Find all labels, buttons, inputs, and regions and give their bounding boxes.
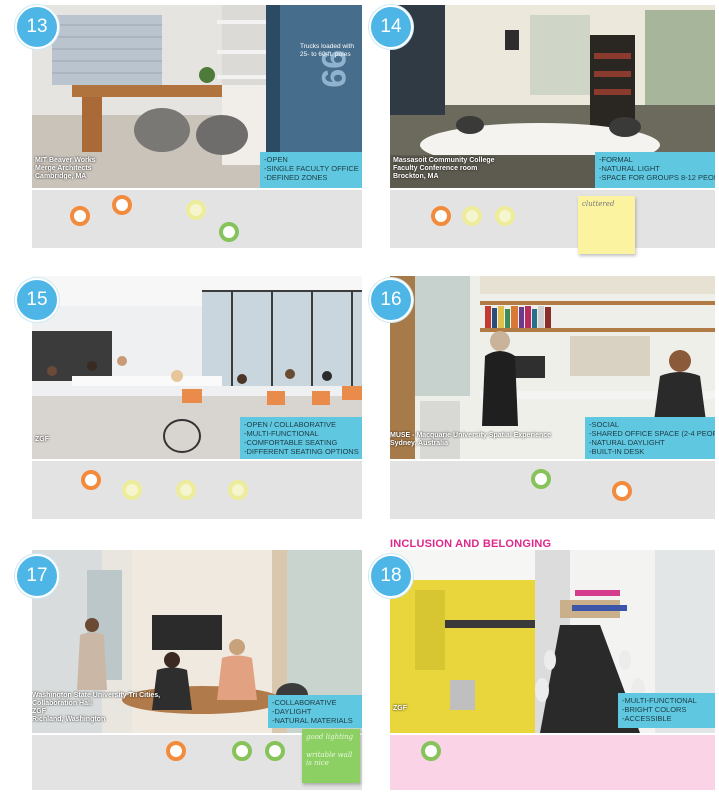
- feature-tags: -COLLABORATIVE -DAYLIGHT -NATURAL MATERI…: [268, 695, 362, 728]
- vote-dot-orange[interactable]: [81, 470, 101, 490]
- vote-strip[interactable]: good lighting writable wall is nice: [32, 729, 362, 790]
- vote-dot-yellow[interactable]: [122, 480, 142, 500]
- photo-faculty-office: 99 Trucks loaded with 25- to 60-ft. pole…: [32, 5, 362, 188]
- tag: -NATURAL DAYLIGHT: [589, 438, 665, 447]
- vote-strip[interactable]: [32, 190, 362, 248]
- card-number-badge: 17: [15, 554, 59, 598]
- tag: -COMFORTABLE SEATING: [244, 438, 338, 447]
- section-title: INCLUSION AND BELONGING: [390, 538, 552, 550]
- vote-dot-yellow[interactable]: [462, 206, 482, 226]
- caption-line: Collaboration Hall: [32, 700, 92, 707]
- vote-dot-yellow[interactable]: [186, 200, 206, 220]
- caption-line: Sydney, Australia: [390, 440, 448, 447]
- feature-tags: -MULTI-FUNCTIONAL -BRIGHT COLORS -ACCESS…: [618, 693, 715, 728]
- caption-line: Merge Architects: [35, 165, 92, 172]
- feature-tags: -FORMAL -NATURAL LIGHT -SPACE FOR GROUPS…: [595, 152, 715, 188]
- tag: -BRIGHT COLORS: [622, 705, 687, 714]
- tag: -FORMAL: [599, 155, 633, 164]
- card-number-badge: 18: [369, 554, 413, 598]
- vote-dot-orange[interactable]: [112, 195, 132, 215]
- vote-dot-green[interactable]: [531, 469, 551, 489]
- vote-strip[interactable]: [390, 735, 715, 790]
- photo-conference-room: Massasoit Community College Faculty Conf…: [390, 5, 715, 188]
- tag: -OPEN / COLLABORATIVE: [244, 420, 336, 429]
- tag: -OPEN: [264, 155, 288, 164]
- feature-tags: -SOCIAL -SHARED OFFICE SPACE (2-4 PEOPLE…: [585, 417, 715, 459]
- photo-collaboration-hall: Washington State University Tri Cities, …: [32, 550, 362, 733]
- tag: -SINGLE FACULTY OFFICE: [264, 164, 359, 173]
- vote-dot-yellow[interactable]: [176, 480, 196, 500]
- vote-strip[interactable]: [390, 461, 715, 519]
- card-number-badge: 16: [369, 278, 413, 322]
- vote-dot-green[interactable]: [232, 741, 252, 761]
- caption-line: MIT Beaver Works: [35, 157, 96, 164]
- caption-line: Washington State University Tri Cities,: [32, 692, 161, 699]
- caption-line: Faculty Conference room: [393, 165, 478, 172]
- tag: -SOCIAL: [589, 420, 620, 429]
- sticky-note-text: cluttered: [582, 200, 615, 208]
- sign-line: 25- to 60-ft. poles: [300, 51, 351, 58]
- photo-sign-text: Trucks loaded with 25- to 60-ft. poles: [300, 43, 354, 59]
- photo-kitchen-space: ZGF -MULTI-FUNCTIONAL -BRIGHT COLORS -AC…: [390, 550, 715, 733]
- tag: -MULTI-FUNCTIONAL: [622, 696, 697, 705]
- photo-caption: ZGF: [393, 705, 407, 713]
- caption-line: ZGF: [35, 436, 49, 443]
- vote-dot-orange[interactable]: [166, 741, 186, 761]
- photo-caption: Massasoit Community College Faculty Conf…: [393, 157, 495, 181]
- card-number-badge: 15: [15, 278, 59, 322]
- photo-caption: Washington State University Tri Cities, …: [32, 692, 160, 724]
- feature-tags: -OPEN / COLLABORATIVE -MULTI-FUNCTIONAL …: [240, 417, 362, 459]
- vote-dot-green[interactable]: [421, 741, 441, 761]
- caption-line: Cambridge, MA: [35, 173, 87, 180]
- card-number-badge: 14: [369, 5, 413, 49]
- sticky-note-text: writable wall is nice: [306, 751, 353, 767]
- vote-dot-orange[interactable]: [612, 481, 632, 501]
- caption-line: ZGF: [393, 705, 407, 712]
- tag: -COLLABORATIVE: [272, 698, 337, 707]
- tag: -ACCESSIBLE: [622, 714, 672, 723]
- card-number-badge: 13: [15, 5, 59, 49]
- photo-collaborative-space: ZGF -OPEN / COLLABORATIVE -MULTI-FUNCTIO…: [32, 276, 362, 459]
- photo-caption: ZGF: [35, 436, 49, 444]
- feature-tags: -OPEN -SINGLE FACULTY OFFICE -DEFINED ZO…: [260, 152, 362, 188]
- tag: -SPACE FOR GROUPS 8-12 PEOPLE: [599, 173, 715, 182]
- photo-shared-office: MUSE - Macquarie University Spatial Expe…: [390, 276, 715, 459]
- caption-line: MUSE - Macquarie University Spatial Expe…: [390, 432, 552, 439]
- tag: -MULTI-FUNCTIONAL: [244, 429, 319, 438]
- vote-dot-orange[interactable]: [431, 206, 451, 226]
- photo-caption: MUSE - Macquarie University Spatial Expe…: [390, 432, 551, 448]
- tag: -DAYLIGHT: [272, 707, 312, 716]
- caption-line: Brockton, MA: [393, 173, 439, 180]
- tag: -DEFINED ZONES: [264, 173, 328, 182]
- vote-strip[interactable]: [32, 461, 362, 519]
- caption-line: Massasoit Community College: [393, 157, 495, 164]
- sign-line: Trucks loaded with: [300, 43, 354, 50]
- tag: -BUILT-IN DESK: [589, 447, 645, 456]
- vote-dot-yellow[interactable]: [495, 206, 515, 226]
- vote-dot-yellow[interactable]: [228, 480, 248, 500]
- caption-line: ZGF: [32, 708, 46, 715]
- sticky-note[interactable]: good lighting writable wall is nice: [302, 729, 360, 783]
- tag: -NATURAL MATERIALS: [272, 716, 353, 725]
- vote-dot-green[interactable]: [265, 741, 285, 761]
- tag: -NATURAL LIGHT: [599, 164, 660, 173]
- sticky-note-text: good lighting: [306, 733, 354, 741]
- photo-caption: MIT Beaver Works Merge Architects Cambri…: [35, 157, 96, 181]
- vote-strip[interactable]: cluttered: [390, 190, 715, 254]
- vote-dot-orange[interactable]: [70, 206, 90, 226]
- tag: -DIFFERENT SEATING OPTIONS: [244, 447, 359, 456]
- sticky-note[interactable]: cluttered: [578, 196, 635, 254]
- caption-line: Richland, Washington: [32, 716, 106, 723]
- tag: -SHARED OFFICE SPACE (2-4 PEOPLE): [589, 429, 715, 438]
- vote-dot-green[interactable]: [219, 222, 239, 242]
